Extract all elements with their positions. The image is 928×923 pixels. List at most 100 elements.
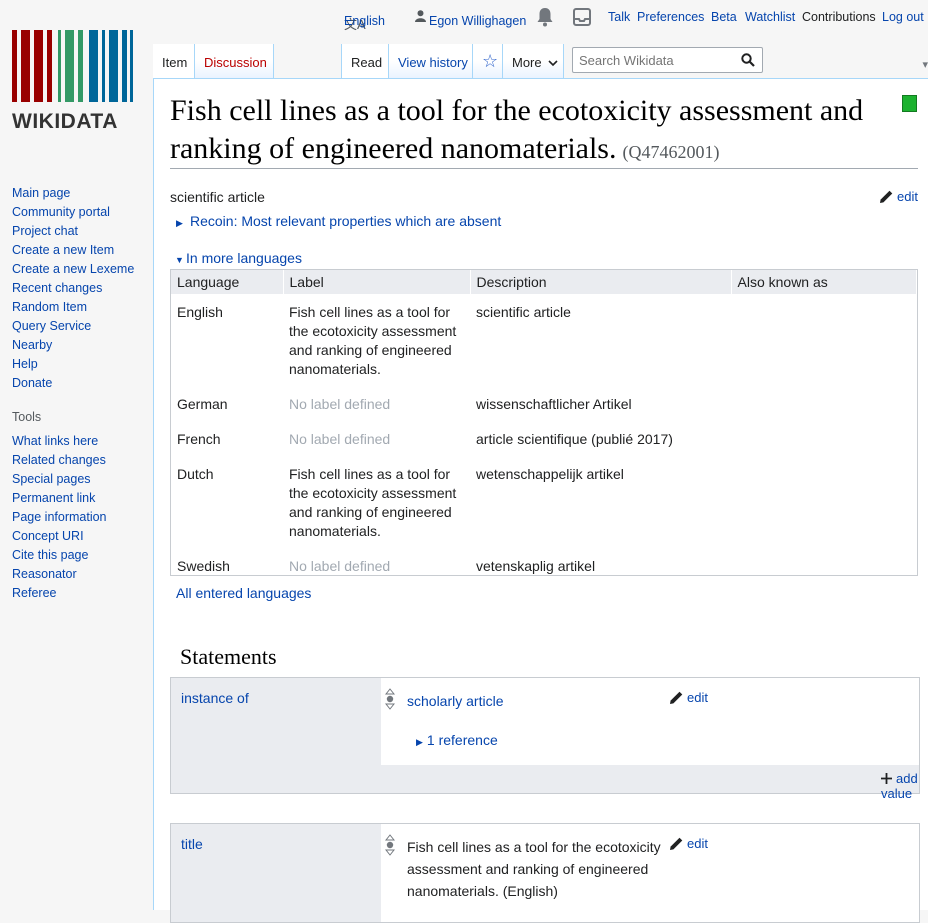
sidebar-item-project-chat[interactable]: Project chat: [12, 222, 152, 241]
row-language: French: [177, 431, 221, 447]
table-row: English Fish cell lines as a tool for th…: [171, 294, 917, 386]
item-description: scientific article: [170, 189, 265, 205]
edit-label: edit: [897, 189, 918, 204]
beta-link[interactable]: Beta: [711, 10, 737, 24]
row-label: No label defined: [289, 558, 391, 574]
talk-link[interactable]: Talk: [608, 10, 630, 24]
tab-discussion[interactable]: Discussion: [194, 44, 274, 78]
more-menu[interactable]: More: [502, 44, 564, 78]
rank-selector-icon[interactable]: [384, 688, 396, 713]
personal-toolbar: 文A English Egon Willighagen Talk Preferen…: [340, 6, 928, 32]
row-language: German: [177, 396, 228, 412]
property-cell: title: [171, 824, 381, 922]
sidebar-item-random-item[interactable]: Random Item: [12, 298, 152, 317]
search-box: [572, 47, 763, 73]
row-description: vetenskaplig artikel: [476, 558, 596, 574]
edit-label: edit: [687, 836, 708, 851]
triangle-right-icon: ▶: [416, 737, 423, 747]
all-languages-link[interactable]: All entered languages: [176, 585, 311, 601]
statements-heading: Statements: [180, 644, 277, 669]
more-label: More: [512, 55, 542, 70]
table-row: German No label defined wissenschaftlich…: [171, 386, 917, 421]
collapse-caret-icon[interactable]: ▾: [922, 58, 928, 71]
sidebar-item-cite-this-page[interactable]: Cite this page: [12, 546, 152, 565]
sidebar-item-what-links-here[interactable]: What links here: [12, 432, 152, 451]
statement-group-title: title Fish cell lines as a tool for the …: [170, 823, 920, 923]
row-label: No label defined: [289, 431, 391, 447]
sidebar-item-related-changes[interactable]: Related changes: [12, 451, 152, 470]
references-label: 1 reference: [426, 732, 498, 748]
sidebar-item-page-information[interactable]: Page information: [12, 508, 152, 527]
recoin-toggle[interactable]: ▶ Recoin: Most relevant properties which …: [176, 213, 501, 229]
more-languages-label: In more languages: [186, 250, 302, 266]
recoin-label: Recoin: Most relevant properties which a…: [190, 213, 502, 229]
row-description: scientific article: [476, 304, 571, 320]
statement-value-link[interactable]: scholarly article: [407, 690, 503, 712]
sidebar-item-help[interactable]: Help: [12, 355, 152, 374]
tab-item[interactable]: Item: [153, 44, 197, 78]
tools-heading: Tools: [12, 410, 42, 424]
add-value-row: add value: [381, 765, 919, 801]
tab-view-history[interactable]: View history: [388, 44, 477, 78]
sidebar-item-permanent-link[interactable]: Permanent link: [12, 489, 152, 508]
sidebar-item-nearby[interactable]: Nearby: [12, 336, 152, 355]
column-header-aliases: Also known as: [731, 270, 917, 294]
triangle-down-icon: ▼: [175, 255, 184, 265]
languages-table: Language Label Description Also known as…: [170, 269, 918, 576]
row-language: Swedish: [177, 558, 230, 574]
inbox-icon[interactable]: [572, 7, 592, 30]
sidebar-item-referee[interactable]: Referee: [12, 584, 152, 603]
sidebar-item-create-lexeme[interactable]: Create a new Lexeme: [12, 260, 152, 279]
property-link-instance-of[interactable]: instance of: [181, 690, 249, 706]
property-link-title[interactable]: title: [181, 836, 203, 852]
sidebar-item-community-portal[interactable]: Community portal: [12, 203, 152, 222]
item-id: (Q47462001): [622, 142, 720, 162]
language-label: English: [344, 14, 385, 28]
table-row: French No label defined article scientif…: [171, 421, 917, 456]
row-aliases: [731, 421, 917, 456]
property-cell: instance of: [171, 678, 381, 793]
statement-value-text: Fish cell lines as a tool for the ecotox…: [407, 839, 661, 899]
search-input[interactable]: [573, 48, 733, 72]
sidebar-item-recent-changes[interactable]: Recent changes: [12, 279, 152, 298]
sidebar-item-donate[interactable]: Donate: [12, 374, 152, 393]
contributions-link[interactable]: Contributions: [802, 10, 876, 24]
logout-link[interactable]: Log out: [882, 10, 924, 24]
row-description: article scientifique (publié 2017): [476, 431, 673, 447]
search-icon[interactable]: [741, 53, 755, 67]
sidebar-item-concept-uri[interactable]: Concept URI: [12, 527, 152, 546]
page-title: Fish cell lines as a tool for the ecotox…: [170, 92, 918, 171]
table-row: Dutch Fish cell lines as a tool for the …: [171, 456, 917, 548]
row-language: Dutch: [177, 466, 214, 482]
tab-read[interactable]: Read: [341, 44, 392, 78]
title-divider: [170, 168, 918, 169]
sidebar-item-reasonator[interactable]: Reasonator: [12, 565, 152, 584]
row-label: No label defined: [289, 396, 391, 412]
statement-edit-button[interactable]: edit: [669, 836, 708, 851]
sidebar-item-query-service[interactable]: Query Service: [12, 317, 152, 336]
sidebar-item-special-pages[interactable]: Special pages: [12, 470, 152, 489]
sidebar-item-main-page[interactable]: Main page: [12, 184, 152, 203]
wikidata-logo[interactable]: WIKIDATA: [12, 30, 134, 133]
chevron-down-icon: [548, 60, 558, 67]
rank-selector-icon[interactable]: [384, 834, 396, 859]
preferences-link[interactable]: Preferences: [637, 10, 704, 24]
watchlist-link[interactable]: Watchlist: [745, 10, 795, 24]
row-description: wissenschaftlicher Artikel: [476, 396, 632, 412]
edit-label: edit: [687, 690, 708, 705]
bell-icon[interactable]: [536, 6, 554, 31]
column-header-label: Label: [283, 270, 471, 294]
row-aliases: [731, 386, 917, 421]
more-languages-toggle[interactable]: ▼ In more languages: [175, 250, 302, 266]
column-header-language: Language: [171, 270, 284, 294]
statement-group-instance-of: instance of scholarly article edit ▶ 1 re…: [170, 677, 920, 801]
references-toggle[interactable]: ▶ 1 reference: [416, 732, 498, 748]
edit-terms-button[interactable]: edit: [879, 189, 918, 204]
row-label: Fish cell lines as a tool for the ecotox…: [289, 304, 457, 377]
user-page-link[interactable]: Egon Willighagen: [415, 10, 526, 28]
add-value-button[interactable]: add value: [881, 771, 919, 801]
sidebar-item-create-item[interactable]: Create a new Item: [12, 241, 152, 260]
watch-star-icon[interactable]: ☆: [472, 44, 502, 78]
user-name: Egon Willighagen: [429, 14, 527, 28]
statement-edit-button[interactable]: edit: [669, 690, 708, 705]
